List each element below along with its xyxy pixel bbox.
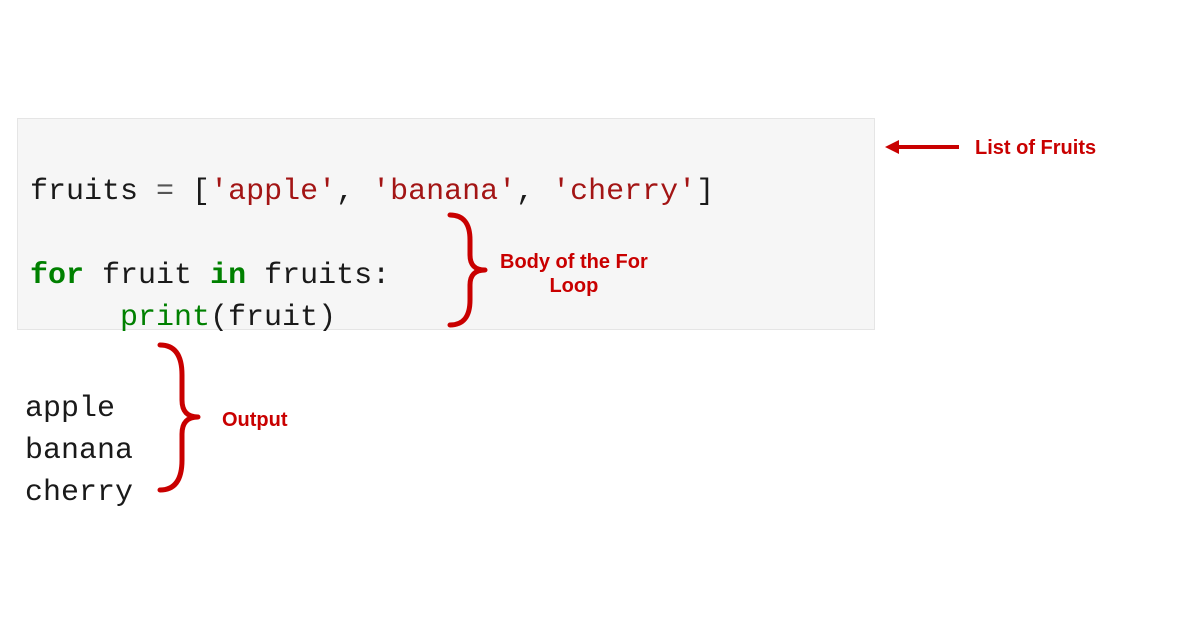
tok-str-apple: 'apple' [210, 175, 336, 209]
annotation-output: Output [222, 408, 288, 432]
tok-kw-in: in [210, 259, 246, 293]
output-block: apple banana cherry [25, 346, 133, 514]
tok-var-fruits-seq: fruits [264, 259, 372, 293]
code-line-1: fruits = ['apple', 'banana', 'cherry'] [30, 175, 714, 209]
tok-str-cherry: 'cherry' [552, 175, 696, 209]
tok-str-banana: 'banana' [372, 175, 516, 209]
tok-colon: : [372, 259, 390, 293]
output-line-1: apple [25, 392, 115, 426]
arrow-line [899, 145, 959, 149]
brace-output-icon [150, 340, 205, 495]
tok-var-fruit: fruit [102, 259, 192, 293]
tok-func-print: print [120, 301, 210, 335]
tok-comma-2: , [516, 175, 552, 209]
annotation-list-of-fruits: List of Fruits [975, 136, 1096, 160]
tok-bracket-close: ] [696, 175, 714, 209]
tok-comma-1: , [336, 175, 372, 209]
tok-paren-close: ) [318, 301, 336, 335]
tok-op-eq: = [138, 175, 192, 209]
tok-bracket-open: [ [192, 175, 210, 209]
output-line-2: banana [25, 434, 133, 468]
brace-body-icon [440, 210, 490, 330]
code-line-4: print(fruit) [30, 301, 336, 335]
tok-arg-fruit: fruit [228, 301, 318, 335]
annotation-body-for-loop: Body of the For Loop [500, 250, 648, 298]
tok-kw-for: for [30, 259, 84, 293]
output-line-3: cherry [25, 476, 133, 510]
arrow-head-icon [885, 140, 899, 154]
code-line-3: for fruit in fruits: [30, 259, 390, 293]
tok-paren-open: ( [210, 301, 228, 335]
tok-var-fruits: fruits [30, 175, 138, 209]
